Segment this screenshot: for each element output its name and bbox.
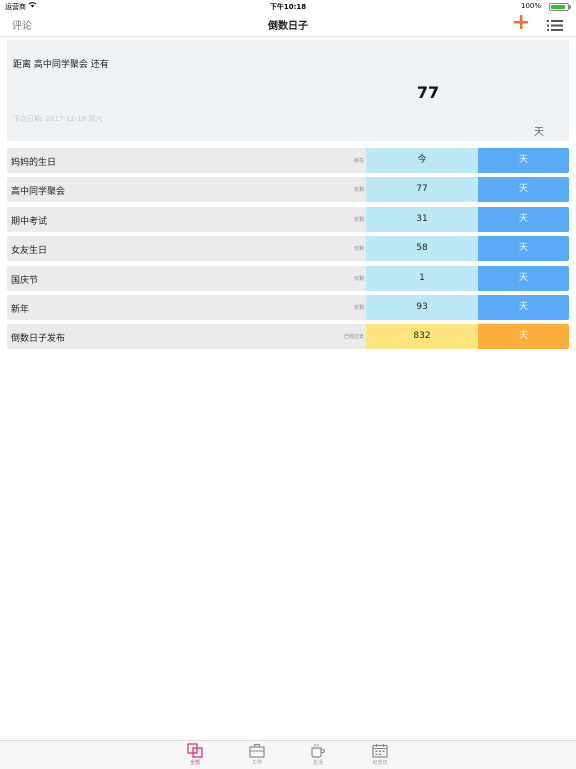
event-days-unit: 天 (478, 177, 569, 203)
event-status: 仅剩 (353, 216, 364, 223)
tab-label: 生活 (312, 760, 323, 766)
event-name: 国庆节 (11, 275, 39, 286)
event-row[interactable]: 高中同学聚会 仅剩 77 天 (7, 177, 569, 203)
event-row[interactable]: 妈妈的生日 就在 今 天 (7, 148, 569, 173)
summary-label: 距离 高中同学聚会 还有 (13, 60, 109, 70)
event-row[interactable]: 女友生日 仅剩 58 天 (7, 236, 569, 262)
tab-work[interactable]: 工作 (237, 743, 277, 766)
event-days-unit: 天 (478, 294, 569, 320)
event-days-value: 93 (366, 294, 478, 320)
tab-bar: 全部 工作 生活 纪念日 (0, 740, 576, 769)
event-name: 新年 (11, 304, 30, 315)
event-status: 就在 (353, 158, 364, 164)
event-days-value: 77 (366, 177, 478, 203)
event-status: 仅剩 (353, 275, 364, 282)
all-icon (175, 743, 215, 758)
cup-icon (298, 743, 338, 758)
event-days-unit: 天 (478, 324, 569, 350)
nav-bar: 评论 倒数日子 (0, 12, 576, 37)
event-name: 高中同学聚会 (11, 187, 66, 198)
event-days-unit: 天 (478, 206, 569, 232)
tab-label: 工作 (251, 760, 262, 766)
event-days-value: 1 (366, 265, 478, 291)
tab-life[interactable]: 生活 (298, 743, 338, 766)
event-list: 妈妈的生日 就在 今 天 高中同学聚会 仅剩 77 天 期中考试 仅剩 31 天… (7, 148, 569, 354)
event-days-value: 31 (366, 206, 478, 232)
event-name: 女友生日 (11, 246, 48, 257)
event-days-unit: 天 (478, 265, 569, 291)
countdown-summary-card[interactable]: 距离 高中同学聚会 还有 77 下次日期: 2017-12-16 周六 天 (7, 40, 569, 141)
plus-icon[interactable] (513, 14, 529, 33)
event-row[interactable]: 倒数日子发布 已经过去 832 天 (7, 324, 569, 350)
calendar-icon (360, 743, 400, 758)
event-days-unit: 天 (478, 148, 569, 173)
event-name: 妈妈的生日 (11, 158, 57, 168)
tab-anniversary[interactable]: 纪念日 (360, 743, 400, 766)
event-days-value: 832 (366, 324, 478, 350)
battery-icon (549, 3, 571, 11)
status-bar: 运营商 下午10:18 100% (0, 0, 576, 12)
tab-label: 纪念日 (372, 760, 388, 766)
event-status: 仅剩 (353, 304, 364, 311)
clock: 下午10:18 (269, 3, 307, 11)
event-status: 仅剩 (353, 246, 364, 253)
event-row[interactable]: 期中考试 仅剩 31 天 (7, 206, 569, 232)
event-name: 倒数日子发布 (11, 334, 66, 345)
briefcase-icon (237, 743, 277, 758)
event-status: 仅剩 (353, 187, 364, 194)
summary-unit: 天 (534, 127, 544, 138)
event-status: 已经过去 (343, 334, 364, 341)
tab-all[interactable]: 全部 (175, 743, 215, 766)
list-icon[interactable] (547, 17, 563, 31)
event-days-value: 今 (366, 148, 478, 173)
event-days-unit: 天 (478, 236, 569, 262)
event-name: 期中考试 (11, 216, 48, 227)
event-row[interactable]: 国庆节 仅剩 1 天 (7, 265, 569, 291)
summary-days-value: 77 (416, 83, 440, 102)
page-title: 倒数日子 (268, 21, 308, 32)
comment-button[interactable]: 评论 (12, 17, 32, 32)
event-days-value: 58 (366, 236, 478, 262)
tab-label: 全部 (189, 760, 200, 766)
battery-percent: 100% (520, 2, 541, 10)
summary-next-date: 下次日期: 2017-12-16 周六 (13, 115, 103, 123)
event-row[interactable]: 新年 仅剩 93 天 (7, 294, 569, 320)
